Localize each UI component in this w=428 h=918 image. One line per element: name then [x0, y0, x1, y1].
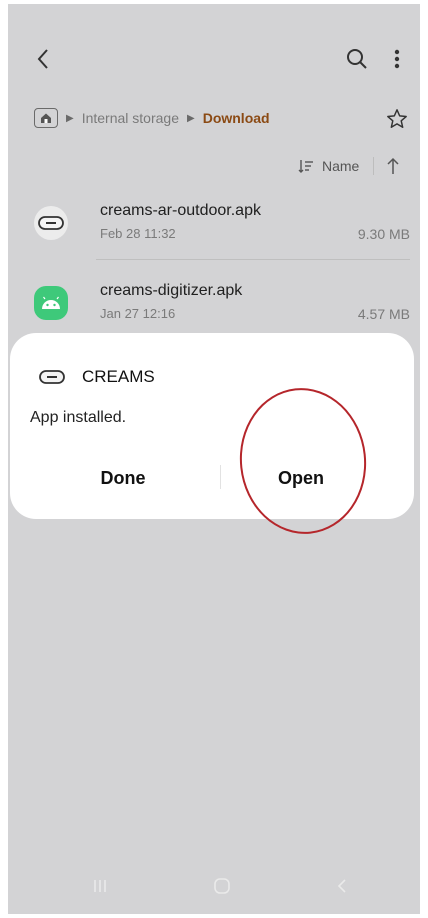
done-button[interactable]: Done — [38, 453, 208, 503]
search-button[interactable] — [342, 44, 372, 74]
breadcrumb-separator-icon: ▶ — [66, 112, 74, 124]
home-folder-icon — [41, 113, 51, 123]
system-navigation-bar — [8, 858, 420, 914]
file-size: 9.30 MB — [357, 226, 410, 242]
more-vertical-icon — [394, 49, 400, 69]
top-app-bar — [8, 4, 420, 104]
star-icon — [387, 109, 407, 128]
search-icon — [347, 49, 367, 69]
breadcrumb-download[interactable]: Download — [203, 110, 270, 126]
recents-icon — [94, 880, 106, 892]
file-date: Jan 27 12:16 — [100, 306, 176, 321]
home-icon — [214, 878, 230, 894]
home-folder-button[interactable] — [34, 108, 58, 128]
sort-label[interactable]: Name — [322, 158, 359, 174]
creams-app-icon — [34, 206, 68, 240]
breadcrumb-internal-storage[interactable]: Internal storage — [82, 110, 179, 126]
back-button[interactable] — [28, 44, 58, 74]
file-date: Feb 28 11:32 — [100, 226, 176, 241]
creams-app-icon — [38, 367, 66, 387]
arrow-up-icon[interactable] — [386, 157, 400, 175]
more-options-button[interactable] — [382, 44, 412, 74]
file-name: creams-ar-outdoor.apk — [100, 202, 261, 219]
sort-icon[interactable] — [298, 158, 314, 174]
list-item[interactable]: creams-ar-outdoor.apk Feb 28 11:32 9.30 … — [8, 194, 420, 254]
breadcrumb: ▶ Internal storage ▶ Download — [34, 104, 270, 132]
sort-bar: Name — [298, 154, 400, 178]
chevron-left-icon — [37, 49, 48, 69]
dialog-message: App installed. — [30, 409, 127, 426]
favorite-button[interactable] — [384, 106, 410, 132]
list-item[interactable]: creams-digitizer.apk Jan 27 12:16 4.57 M… — [8, 274, 420, 334]
row-divider — [96, 259, 410, 260]
sort-divider — [373, 157, 375, 175]
file-size: 4.57 MB — [357, 306, 410, 322]
back-nav-button[interactable] — [322, 868, 362, 904]
recents-button[interactable] — [80, 868, 120, 904]
nav-back-icon — [337, 879, 346, 893]
file-name: creams-digitizer.apk — [100, 282, 243, 299]
android-apk-icon — [34, 286, 68, 320]
dialog-app-name: CREAMS — [82, 367, 155, 386]
breadcrumb-separator-icon: ▶ — [187, 112, 195, 124]
home-button[interactable] — [202, 868, 242, 904]
